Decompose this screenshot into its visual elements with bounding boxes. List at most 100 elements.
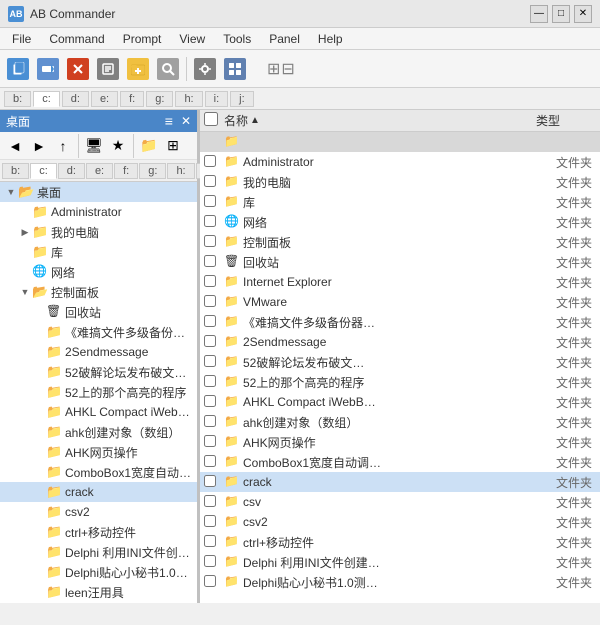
check-52those[interactable] [204,375,216,387]
file-row-lib[interactable]: 📁 库 文件夹 [200,192,600,212]
minimize-btn[interactable]: — [530,5,548,23]
file-row-crack[interactable]: 📁 crack 文件夹 [200,472,600,492]
left-drive-b[interactable]: b: [2,163,29,179]
toolbar-find-btn[interactable] [154,55,182,83]
close-btn[interactable]: ✕ [574,5,592,23]
prompt-menu[interactable]: Prompt [115,30,170,48]
tree-item-delphi-ini[interactable]: 📁 Delphi 利用INI文件创建窗口 [0,542,197,562]
col-name-header[interactable]: 名称 ▲ [224,112,536,129]
left-drive-d[interactable]: d: [58,163,85,179]
left-forward-btn[interactable]: ► [28,135,50,157]
tree-item-ctrlmove[interactable]: 📁 ctrl+移动控件 [0,522,197,542]
toolbar-copy-btn[interactable] [4,55,32,83]
file-row-delphi-ini[interactable]: 📁 Delphi 利用INI文件创建… 文件夹 [200,552,600,572]
file-row-ctrlmove[interactable]: 📁 ctrl+移动控件 文件夹 [200,532,600,552]
tree-item-delphi-sec[interactable]: 📁 Delphi贴心小秘书1.0测试版 [0,562,197,582]
file-row-52those[interactable]: 📁 52上的那个高亮的程序 文件夹 [200,372,600,392]
maximize-btn[interactable]: □ [552,5,570,23]
check-ctrlmove[interactable] [204,535,216,547]
toolbar-move-btn[interactable] [34,55,62,83]
left-drive-f[interactable]: f: [114,163,138,179]
file-row-2send[interactable]: 📁 2Sendmessage 文件夹 [200,332,600,352]
drive-tab-g[interactable]: g: [146,91,173,107]
check-52pojie[interactable] [204,355,216,367]
file-row-combo[interactable]: 📁 ComboBox1宽度自动调… 文件夹 [200,452,600,472]
check-crack[interactable] [204,475,216,487]
tree-item-lib[interactable]: 📁 库 [0,242,197,262]
left-back-btn[interactable]: ◄ [4,135,26,157]
left-drive-h[interactable]: h: [167,163,194,179]
check-admin[interactable] [204,155,216,167]
check-mypc[interactable] [204,175,216,187]
tree-item-desktop[interactable]: ▼ 📂 桌面 [0,182,197,202]
check-ie[interactable] [204,275,216,287]
command-menu[interactable]: Command [41,30,112,48]
file-row-network[interactable]: 🌐 网络 文件夹 [200,212,600,232]
left-tree[interactable]: ▼ 📂 桌面 📁 Administrator ▶ 📁 我的电脑 📁 库 [0,182,197,603]
tree-item-administrator[interactable]: 📁 Administrator [0,202,197,222]
toolbar-newfolder-btn[interactable] [124,55,152,83]
file-row-controlpanel[interactable]: 📁 控制面板 文件夹 [200,232,600,252]
select-all-checkbox[interactable] [204,112,218,126]
tree-item-52those[interactable]: 📁 52上的那个高亮的程序 [0,382,197,402]
file-row-delphi-sec[interactable]: 📁 Delphi贴心小秘书1.0测… 文件夹 [200,572,600,592]
help-menu[interactable]: Help [310,30,351,48]
check-controlpanel[interactable] [204,235,216,247]
left-drive-c[interactable]: c: [30,163,57,179]
check-combo[interactable] [204,455,216,467]
file-row-ie[interactable]: 📁 Internet Explorer 文件夹 [200,272,600,292]
expand-lib[interactable] [18,245,32,259]
tree-item-2send[interactable]: 📁 2Sendmessage [0,342,197,362]
toolbar-delete-btn[interactable] [64,55,92,83]
tree-item-52pojie[interactable]: 📁 52破解论坛发布破文专用生b [0,362,197,382]
file-row-recyclebin[interactable]: 🗑 回收站 文件夹 [200,252,600,272]
left-drive-e[interactable]: e: [86,163,113,179]
tree-item-ahkweb[interactable]: 📁 AHK网页操作 [0,442,197,462]
expand-mypc[interactable]: ▶ [18,225,32,239]
left-drive-g[interactable]: g: [139,163,166,179]
left-star-btn[interactable]: ★ [107,135,129,157]
check-vmware[interactable] [204,295,216,307]
file-row-admin[interactable]: 📁 Administrator 文件夹 [200,152,600,172]
left-grid-btn[interactable]: ⊞ [162,135,184,157]
tree-item-recyclebin[interactable]: 🗑 回收站 [0,302,197,322]
file-menu[interactable]: File [4,30,39,48]
check-ahkweb[interactable] [204,435,216,447]
tree-item-nangao[interactable]: 📁 《难搞文件多级备份器》Ver. [0,322,197,342]
drive-tab-i[interactable]: i: [205,91,229,107]
tree-item-ahkarr[interactable]: 📁 ahk创建对象（数组） [0,422,197,442]
drive-tab-f[interactable]: f: [120,91,144,107]
drive-tab-b[interactable]: b: [4,91,31,107]
file-row-nangao[interactable]: 📁 《难搞文件多级备份器… 文件夹 [200,312,600,332]
check-lib[interactable] [204,195,216,207]
expand-controlpanel[interactable]: ▼ [18,285,32,299]
file-row-52pojie[interactable]: 📁 52破解论坛发布破文… 文件夹 [200,352,600,372]
file-list-body[interactable]: 📁 📁 Administrator 文件夹 📁 我的电脑 文件夹 📁 库 [200,132,600,603]
left-up-btn[interactable]: ↑ [52,135,74,157]
expand-recyclebin[interactable] [32,305,46,319]
expand-network[interactable] [18,265,32,279]
tree-item-ahkl[interactable]: 📁 AHKL Compact iWebBrows [0,402,197,422]
tree-item-controlpanel[interactable]: ▼ 📂 控制面板 [0,282,197,302]
panel-menu[interactable]: Panel [261,30,308,48]
tree-item-combo[interactable]: 📁 ComboBox1宽度自动调节的 [0,462,197,482]
tree-item-leen[interactable]: 📁 leen汪用具 [0,582,197,602]
expand-desktop[interactable]: ▼ [4,185,18,199]
check-2send[interactable] [204,335,216,347]
file-row-csv2[interactable]: 📁 csv2 文件夹 [200,512,600,532]
tools-menu[interactable]: Tools [215,30,259,48]
check-ahkarr[interactable] [204,415,216,427]
tree-item-crack[interactable]: 📁 crack [0,482,197,502]
left-folder-btn[interactable]: 📁 [138,135,160,157]
file-row-csv[interactable]: 📁 csv 文件夹 [200,492,600,512]
check-ahkl[interactable] [204,395,216,407]
check-recyclebin[interactable] [204,255,216,267]
drive-tab-e[interactable]: e: [91,91,118,107]
check-csv[interactable] [204,495,216,507]
drive-tab-h[interactable]: h: [175,91,202,107]
left-panel-menu-icon[interactable]: ≡ [165,113,173,129]
drive-tab-c[interactable]: c: [33,91,60,107]
file-row-ahkarr[interactable]: 📁 ahk创建对象（数组） 文件夹 [200,412,600,432]
check-nangao[interactable] [204,315,216,327]
file-row-ahkweb[interactable]: 📁 AHK网页操作 文件夹 [200,432,600,452]
